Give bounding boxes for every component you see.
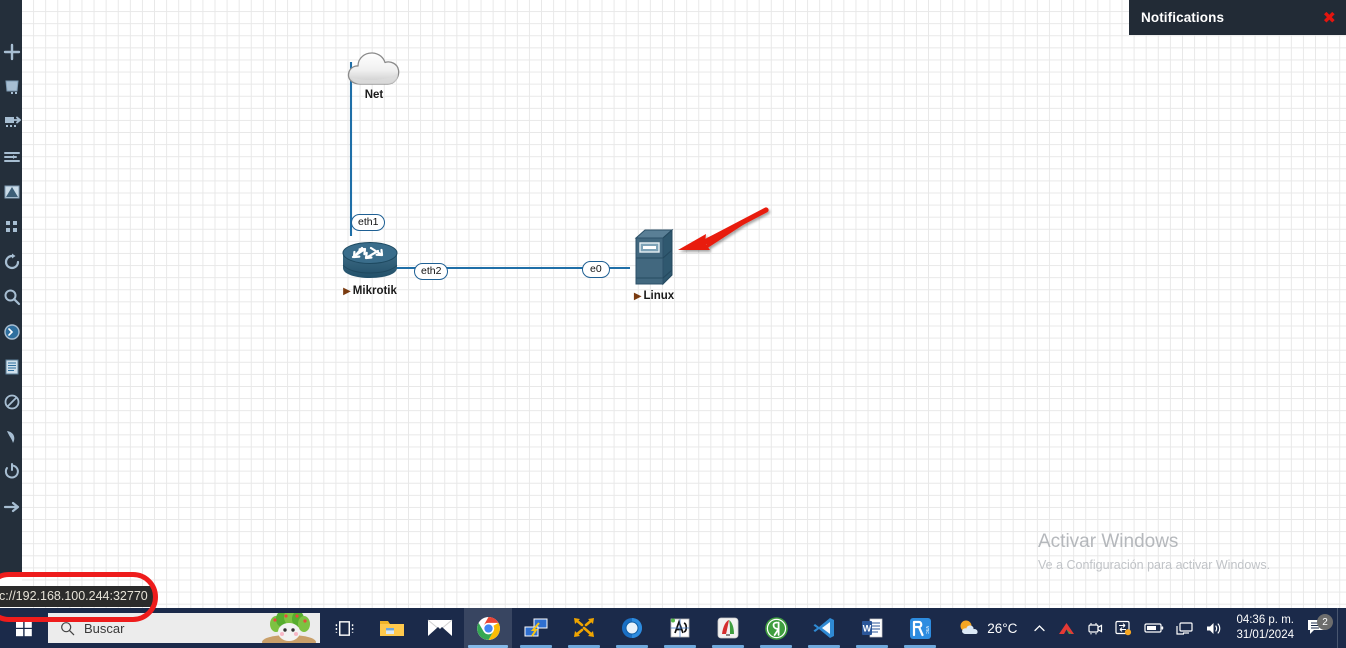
realvnc-icon: vnc <box>909 617 931 639</box>
export-icon[interactable] <box>0 489 22 524</box>
node-net-label: Net <box>364 89 384 101</box>
taskbar-item-yandex[interactable] <box>752 608 800 648</box>
camera-icon[interactable] <box>1081 608 1109 648</box>
topology-canvas[interactable]: Net ▶ Mikrotik ▶ Linux eth1 eth2 e0 Acti… <box>22 0 1346 608</box>
zoom-icon[interactable] <box>0 279 22 314</box>
winrar-icon <box>717 617 739 639</box>
taskbar-item-vs-code[interactable] <box>800 608 848 648</box>
taskbar-item-realvnc[interactable]: vnc <box>896 608 944 648</box>
taskbar-item-winrar[interactable] <box>704 608 752 648</box>
clock-date: 31/01/2024 <box>1236 629 1294 641</box>
tray-weather[interactable]: 26°C <box>944 618 1027 638</box>
battery-icon[interactable] <box>1138 608 1170 648</box>
annotation-arrow-icon <box>678 207 769 250</box>
snapshots-icon[interactable] <box>0 209 22 244</box>
onedrive-sync-icon[interactable] <box>1109 608 1138 648</box>
node-label: Net <box>365 89 384 101</box>
search-highlight-illustration-icon <box>262 613 316 643</box>
taskbar-item-gns3[interactable] <box>560 608 608 648</box>
clock-time: 04:36 p. m. <box>1236 614 1294 627</box>
left-toolbar <box>0 0 22 576</box>
partly-cloudy-icon <box>960 620 978 634</box>
gns3-icon <box>574 618 594 637</box>
search-placeholder: Buscar <box>84 620 125 636</box>
status-url-tooltip: c://192.168.100.244:32770 <box>0 586 155 607</box>
taskbar-item-mongodb-compass[interactable] <box>608 608 656 648</box>
link-layer <box>349 62 630 270</box>
windows-logo-icon <box>16 620 32 637</box>
taskbar-item-file-explorer[interactable] <box>368 608 416 648</box>
draw-rectangle-icon[interactable] <box>0 174 22 209</box>
yandex-icon <box>764 616 788 640</box>
system-tray: 26°C 04:36 p. m. 31/01/2024 2 <box>944 608 1346 648</box>
suspend-icon[interactable] <box>0 419 22 454</box>
svg-text:vnc: vnc <box>924 626 930 634</box>
cloud-icon <box>347 52 400 85</box>
watermark-title: Activar Windows <box>1038 531 1179 552</box>
port-label-eth1[interactable]: eth1 <box>351 214 386 232</box>
node-label: ▶ Mikrotik <box>343 285 397 297</box>
browse-security-devices-icon[interactable] <box>0 104 22 139</box>
taskbar-item-remote-desktop[interactable] <box>512 608 560 648</box>
browse-end-devices-icon[interactable] <box>0 69 22 104</box>
notifications-panel: Notifications ✖ <box>1129 0 1346 35</box>
taskbar: Buscar W vnc 26°C 04:36 p. m. 31/01/2024… <box>0 608 1346 648</box>
node-linux-label: Linux <box>643 290 675 302</box>
search-input[interactable]: Buscar <box>48 613 320 643</box>
notifications-title: Notifications <box>1141 10 1225 25</box>
search-icon <box>61 621 75 635</box>
taskbar-item-autocad[interactable] <box>656 608 704 648</box>
show-desktop-button[interactable] <box>1337 608 1344 648</box>
port-label-e0[interactable]: e0 <box>582 261 610 279</box>
mail-icon <box>427 619 453 636</box>
chrome-icon <box>476 616 500 640</box>
port-label-eth2[interactable]: eth2 <box>414 263 449 281</box>
router-icon <box>342 242 398 278</box>
task-view-icon <box>335 620 353 636</box>
node-net[interactable]: Net <box>344 46 404 101</box>
browse-all-devices-icon[interactable] <box>0 139 22 174</box>
taskbar-item-mail[interactable] <box>416 608 464 648</box>
nvidia-icon[interactable] <box>1052 608 1081 648</box>
file-explorer-icon <box>380 621 404 636</box>
reload-icon[interactable] <box>0 244 22 279</box>
watermark-subtitle: Ve a Configuración para activar Windows. <box>1038 557 1271 572</box>
remote-desktop-icon <box>524 618 548 637</box>
compass-icon <box>622 618 642 638</box>
activate-windows-watermark: Activar Windows Ve a Configuración para … <box>1038 530 1346 572</box>
network-icon[interactable] <box>1170 608 1199 648</box>
status-triangle-icon: ▶ <box>633 291 642 302</box>
restart-icon[interactable] <box>0 454 22 489</box>
action-center-button[interactable]: 2 <box>1303 614 1337 637</box>
tray-overflow-chevron-icon[interactable] <box>1027 608 1052 648</box>
start-button[interactable] <box>0 608 48 648</box>
screen: Net ▶ Mikrotik ▶ Linux eth1 eth2 e0 Acti… <box>0 0 1346 648</box>
svg-text:W: W <box>863 624 872 634</box>
close-icon[interactable]: ✖ <box>1323 9 1336 26</box>
vscode-icon <box>813 618 834 638</box>
stop-icon[interactable] <box>0 384 22 419</box>
node-label: ▶ Linux <box>634 290 674 302</box>
autocad-icon <box>670 618 690 638</box>
taskbar-item-google-chrome[interactable] <box>464 608 512 648</box>
taskbar-clock[interactable]: 04:36 p. m. 31/01/2024 <box>1228 613 1303 642</box>
taskbar-item-word[interactable]: W <box>848 608 896 648</box>
taskbar-item-task-view[interactable] <box>320 608 368 648</box>
node-mikrotik[interactable]: ▶ Mikrotik <box>341 240 399 297</box>
topology-summary-icon[interactable] <box>0 349 22 384</box>
volume-icon[interactable] <box>1199 608 1228 648</box>
add-link-icon[interactable] <box>0 34 22 69</box>
word-icon: W <box>862 618 883 638</box>
node-mikrotik-label: Mikrotik <box>352 285 397 297</box>
weather-temperature: 26°C <box>987 620 1018 636</box>
status-triangle-icon: ▶ <box>343 286 351 297</box>
console-icon[interactable] <box>0 314 22 349</box>
notification-count-badge: 2 <box>1317 614 1333 630</box>
